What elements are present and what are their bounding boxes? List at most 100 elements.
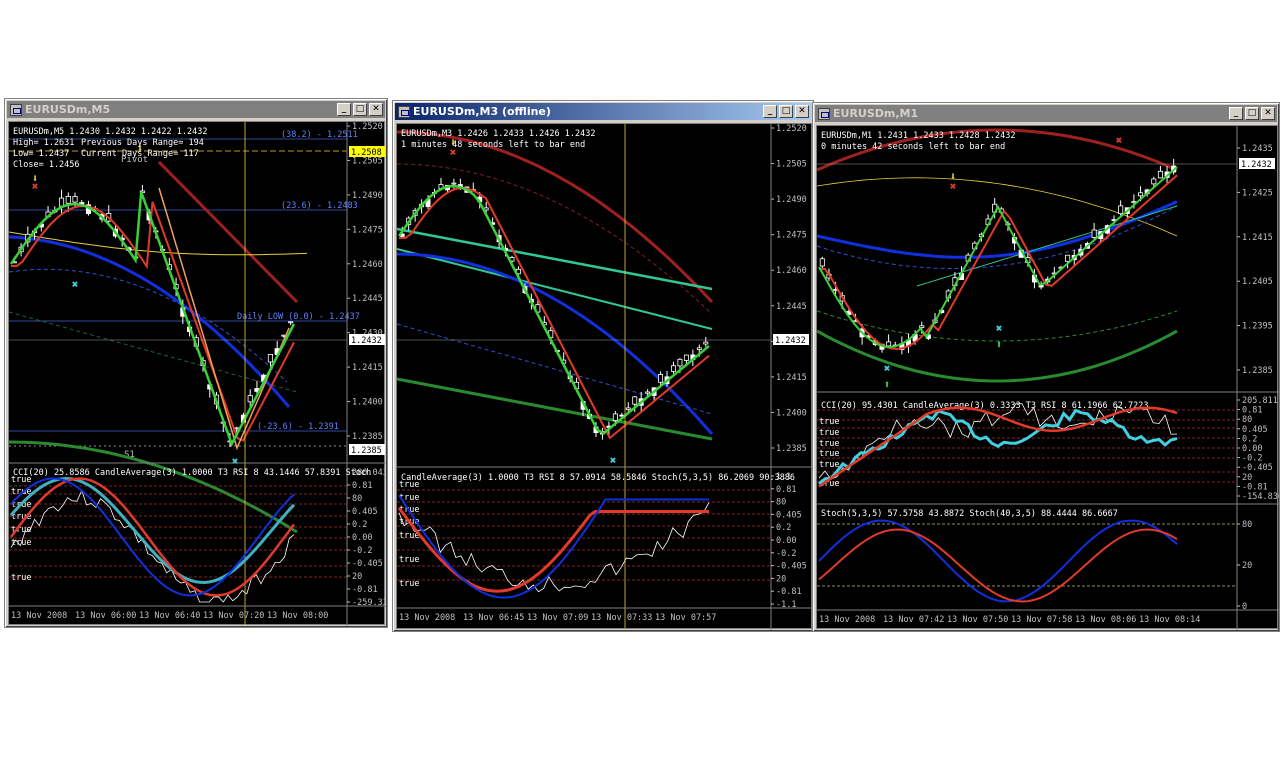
- oscillator-axis-label: -0.81: [1242, 482, 1268, 492]
- window-titlebar[interactable]: EURUSDm,M5 _ □ ✕: [7, 101, 385, 118]
- price-chart-m1[interactable]: 1.2435 1.2425 1.2415 1.2405 1.2395 1.2385 1.24…: [817, 126, 1279, 630]
- price-axis-label: 1.2445: [352, 294, 383, 304]
- price-chart-m5[interactable]: 1.25201.25051.24901.24751.24601.24451.24…: [9, 122, 386, 626]
- indicator-true-label: true: [819, 460, 839, 470]
- t3-rsi-line: [9, 477, 296, 597]
- indicator-true-label: true: [819, 449, 839, 459]
- oscillator-axis-label: 0.81: [352, 481, 372, 491]
- fib-level-label: Daily LOW (0.0) - 1.2437: [237, 312, 360, 322]
- close-button[interactable]: ✕: [795, 105, 809, 118]
- teal-ma-2: [397, 248, 713, 330]
- indicator-true-label: true: [11, 475, 31, 485]
- time-axis-label: 13 Nov 2008: [819, 615, 875, 625]
- price-high-label: 1.2508: [351, 148, 382, 158]
- chart-window-m3[interactable]: EURUSDm,M3 (offline) _ □ ✕ 1.2520 1.2505 1…: [392, 100, 814, 632]
- window-title: EURUSDm,M3 (offline): [413, 105, 551, 118]
- blue-ma: [9, 235, 291, 408]
- buy-marker: ✖: [884, 362, 891, 375]
- current-price: 1.2432: [775, 336, 806, 346]
- candle-body: [658, 374, 664, 383]
- price-axis-label: 1.2415: [776, 373, 807, 383]
- time-axis-label: 13 Nov 07:58: [1011, 615, 1072, 625]
- candle-body: [1151, 178, 1157, 185]
- price-axis-label: 1.2395: [1242, 322, 1273, 332]
- oscillator-axis-label: 20: [352, 572, 362, 582]
- symbol-ohlc: EURUSDm,M3 1.2426 1.2433 1.2426 1.2432: [401, 129, 595, 139]
- maximize-button[interactable]: □: [1245, 107, 1259, 120]
- oscillator-axis-label: 0.00: [352, 533, 372, 543]
- candle-body: [612, 413, 618, 421]
- candle-body: [1065, 254, 1071, 262]
- chart-area[interactable]: 1.2520 1.2505 1.2490 1.2475 1.2460 1.2445 1.24…: [8, 121, 386, 626]
- price-info-line: High= 1.2631: [13, 138, 74, 148]
- oscillator-axis-label: 0.405: [352, 507, 378, 517]
- minimize-button[interactable]: _: [337, 103, 351, 116]
- price-axis-label: 1.2385: [776, 444, 807, 454]
- window-title: EURUSDm,M1: [833, 107, 919, 120]
- oscillator-axis-label: 0.405: [776, 510, 802, 520]
- maximize-button[interactable]: □: [353, 103, 367, 116]
- candle-body: [819, 258, 825, 267]
- minimize-button[interactable]: _: [763, 105, 777, 118]
- time-axis-label: 13 Nov 06:40: [139, 611, 200, 621]
- time-axis-label: 13 Nov 07:42: [883, 615, 944, 625]
- chart-area[interactable]: 1.2435 1.2425 1.2415 1.2405 1.2395 1.2385 1.24…: [816, 125, 1279, 630]
- chart-window-m1[interactable]: EURUSDm,M1 _ □ ✕ 1.2435 1.2425 1.2415 1.240…: [812, 102, 1280, 632]
- price-low-label: 1.2385: [351, 446, 382, 456]
- fib-level-label: (23.6) - 1.2483: [281, 201, 358, 211]
- minimize-button[interactable]: _: [1229, 107, 1243, 120]
- price-axis-label: 1.2435: [1242, 144, 1273, 154]
- price-axis-label: 1.2490: [352, 191, 383, 201]
- oscillator-header: CCI(20) 25.8586 CandleAverage(3) 1.0000 …: [13, 468, 371, 478]
- oscillator-axis-label: 0.2: [352, 520, 367, 530]
- oscillator-axis-label: 0.2: [776, 523, 791, 533]
- time-axis-label: 13 Nov 2008: [11, 611, 67, 621]
- indicator-true-label: true: [399, 555, 419, 565]
- price-axis-label: 1.2425: [1242, 188, 1273, 198]
- price-axis-label: 1.2385: [1242, 366, 1273, 376]
- price-info-line: Close= 1.2456: [13, 160, 80, 170]
- close-button[interactable]: ✕: [1261, 107, 1275, 120]
- candle-body: [58, 197, 65, 207]
- candle-body: [625, 407, 631, 411]
- chart-window-m5[interactable]: EURUSDm,M5 _ □ ✕ 1.2520 1.2505 1.2490 1.247…: [4, 98, 388, 628]
- candle-body: [645, 391, 651, 394]
- green-ma: [397, 184, 710, 435]
- candle-body: [1118, 205, 1124, 215]
- indicator-true-label: true: [399, 480, 419, 490]
- oscillator-axis-label: 0.00: [776, 536, 796, 546]
- candle-body: [696, 347, 702, 350]
- signal-arrow: ⬇: [950, 170, 957, 183]
- candle-body: [1138, 192, 1144, 197]
- oscillator-axis-label: -0.405: [776, 562, 807, 572]
- fib-level-label: (-23.6) - 1.2391: [257, 422, 339, 432]
- window-titlebar[interactable]: EURUSDm,M1 _ □ ✕: [815, 105, 1277, 122]
- window-titlebar[interactable]: EURUSDm,M3 (offline) _ □ ✕: [395, 103, 811, 120]
- oscillator-axis-label: -154.836: [1242, 492, 1279, 502]
- candle-body: [683, 354, 689, 361]
- chart-area[interactable]: 1.2520 1.2505 1.2490 1.2475 1.2460 1.2445 1.24…: [396, 123, 813, 630]
- price-axis-label: 1.2460: [776, 266, 807, 276]
- candle-body: [72, 196, 78, 203]
- oscillator-axis-label: 0.81: [776, 485, 796, 495]
- price-axis-label: 1.2445: [776, 302, 807, 312]
- chart-window-icon: [398, 105, 410, 118]
- oscillator-axis-label: 0.81: [1242, 406, 1262, 416]
- oscillator-header: CCI(20) 95.4301 CandleAverage(3) 0.3333 …: [821, 401, 1149, 411]
- oscillator-axis-label: 80: [1242, 415, 1252, 425]
- close-button[interactable]: ✕: [369, 103, 383, 116]
- price-chart-m3[interactable]: 1.2520 1.2505 1.2490 1.2475 1.2460 1.2445 1.24…: [397, 124, 813, 630]
- oscillator-axis-label: -0.81: [776, 587, 802, 597]
- chart-window-icon: [10, 103, 22, 116]
- current-price: 1.2432: [1241, 160, 1272, 170]
- signal-arrow: ⬇: [32, 172, 39, 185]
- indicator-true-label: true: [11, 573, 31, 583]
- candle-body: [65, 196, 71, 204]
- candle-body: [1091, 229, 1097, 238]
- price-axis-label: 1.2405: [1242, 277, 1273, 287]
- maximize-button[interactable]: □: [779, 105, 793, 118]
- stoch-axis-label: 20: [1242, 561, 1252, 571]
- oscillator-axis-label: 205.8111: [1242, 396, 1279, 406]
- oscillator-axis-label: 0.00: [1242, 444, 1262, 454]
- bar-countdown: 0 minutes 42 seconds left to bar end: [821, 142, 1005, 152]
